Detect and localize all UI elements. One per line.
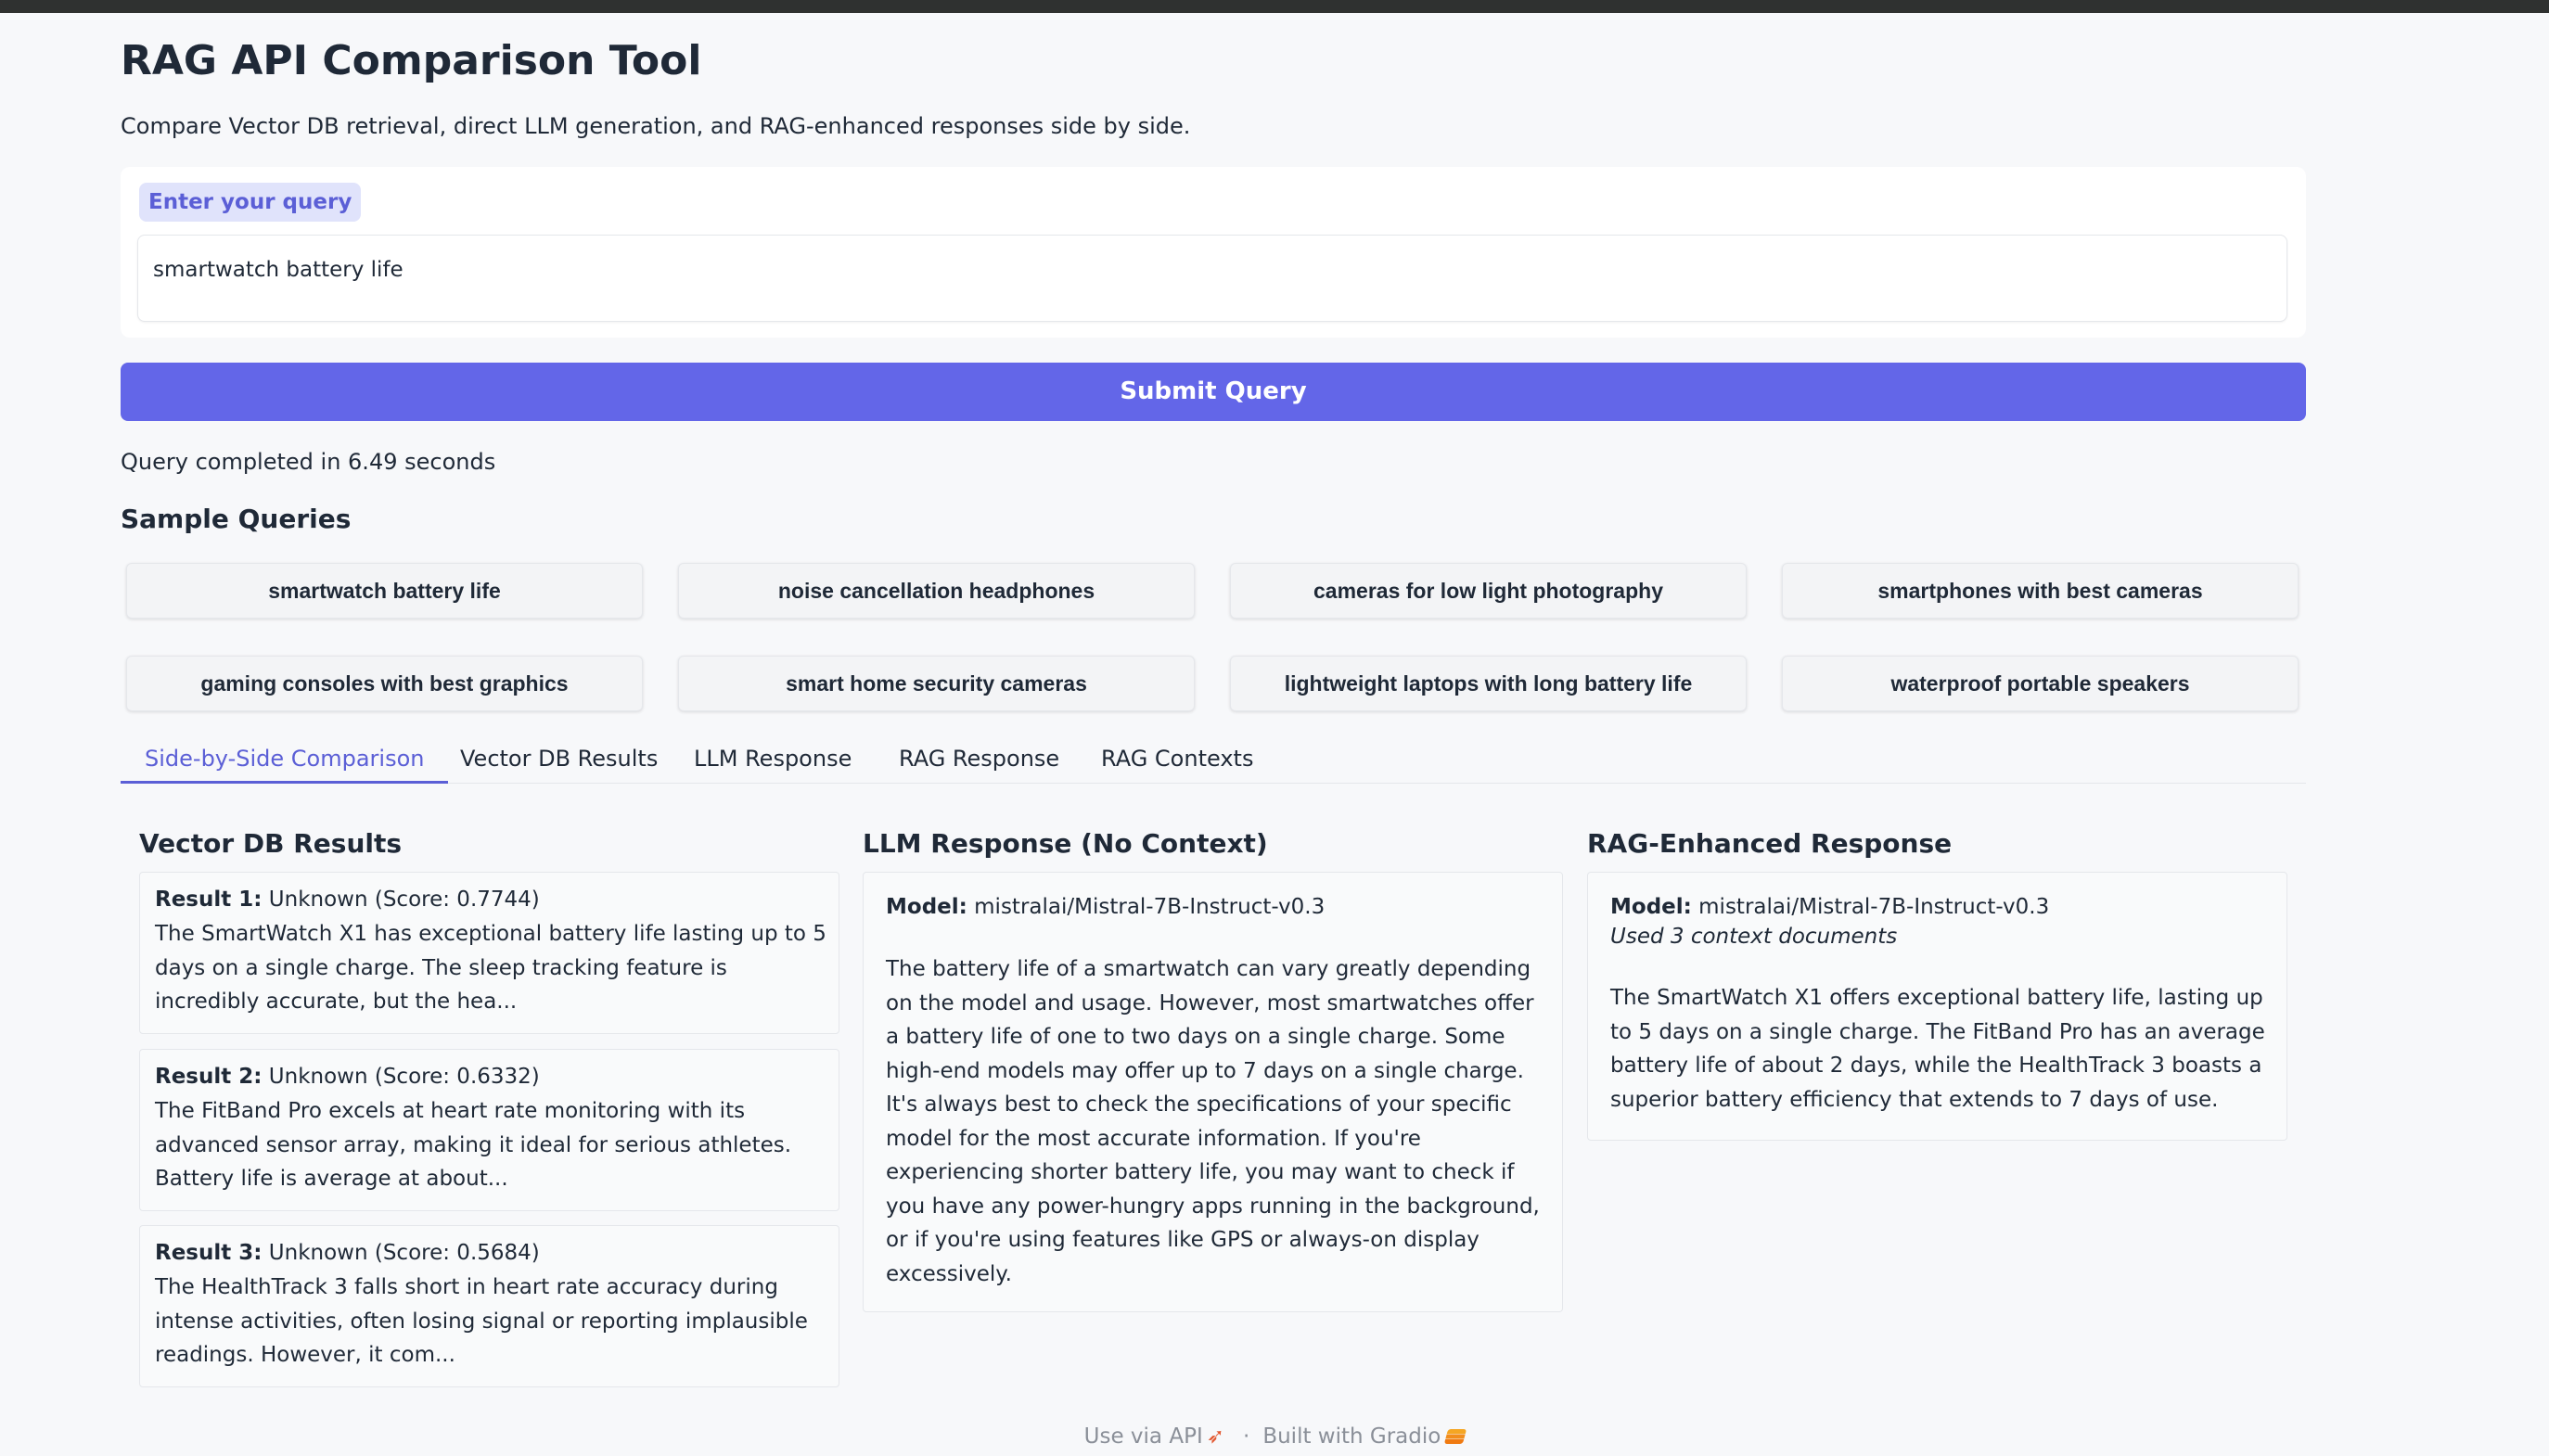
vector-result-card: Result 1: Unknown (Score: 0.7744) The Sm…	[139, 872, 839, 1034]
vector-result-card: Result 2: Unknown (Score: 0.6332) The Fi…	[139, 1049, 839, 1211]
sample-query-button[interactable]: waterproof portable speakers	[1782, 656, 2299, 711]
sample-query-button[interactable]: lightweight laptops with long battery li…	[1230, 656, 1747, 711]
sample-query-button[interactable]: smartwatch battery life	[126, 563, 643, 619]
rag-model-line: Model: mistralai/Mistral-7B-Instruct-v0.…	[1610, 895, 2049, 919]
tab-llm-response[interactable]: LLM Response	[694, 735, 852, 784]
result-meta: Unknown (Score: 0.6332)	[268, 1065, 540, 1089]
sample-query-button[interactable]: gaming consoles with best graphics	[126, 656, 643, 711]
context-count-note: Used 3 context documents	[1610, 925, 1898, 949]
query-label: Enter your query	[139, 183, 362, 222]
rag-response-text: The SmartWatch X1 offers exceptional bat…	[1610, 986, 2265, 1112]
result-meta: Unknown (Score: 0.5684)	[268, 1241, 540, 1265]
footer: Use via API ➶ · Built with Gradio	[0, 1424, 2549, 1449]
tab-rag-contexts[interactable]: RAG Contexts	[1101, 735, 1253, 784]
sample-query-button[interactable]: smart home security cameras	[678, 656, 1195, 711]
result-number: Result 1:	[155, 888, 263, 912]
result-header: Result 1: Unknown (Score: 0.7744)	[155, 888, 540, 912]
rag-response-title: RAG-Enhanced Response	[1587, 828, 1953, 859]
llm-model-line: Model: mistralai/Mistral-7B-Instruct-v0.…	[886, 895, 1325, 919]
model-name: mistralai/Mistral-7B-Instruct-v0.3	[974, 895, 1326, 919]
page-subtitle: Compare Vector DB retrieval, direct LLM …	[121, 113, 1191, 139]
result-text: The SmartWatch X1 has exceptional batter…	[155, 922, 826, 1014]
vector-db-title: Vector DB Results	[139, 828, 403, 859]
use-via-api-link[interactable]: Use via API	[1084, 1424, 1203, 1449]
status-text: Query completed in 6.49 seconds	[121, 449, 496, 475]
built-with-gradio-link[interactable]: Built with Gradio	[1262, 1424, 1441, 1449]
sample-query-button[interactable]: cameras for low light photography	[1230, 563, 1747, 619]
vector-result-card: Result 3: Unknown (Score: 0.5684) The He…	[139, 1225, 839, 1387]
gradio-logo-icon	[1444, 1429, 1467, 1444]
submit-query-button[interactable]: Submit Query	[121, 363, 2306, 421]
llm-response-text: The battery life of a smartwatch can var…	[886, 957, 1540, 1286]
result-number: Result 2:	[155, 1065, 263, 1089]
rocket-icon: ➶	[1206, 1424, 1225, 1449]
browser-top-bar	[0, 0, 2549, 13]
sample-query-button[interactable]: smartphones with best cameras	[1782, 563, 2299, 619]
rag-response-card: Model: mistralai/Mistral-7B-Instruct-v0.…	[1587, 872, 2287, 1141]
model-label: Model:	[886, 895, 967, 919]
query-panel: Enter your query smartwatch battery life	[121, 167, 2306, 338]
result-text: The FitBand Pro excels at heart rate mon…	[155, 1099, 792, 1191]
model-label: Model:	[1610, 895, 1692, 919]
sample-query-button[interactable]: noise cancellation headphones	[678, 563, 1195, 619]
page-title: RAG API Comparison Tool	[121, 37, 702, 84]
llm-response-title: LLM Response (No Context)	[863, 828, 1268, 859]
tab-side-by-side[interactable]: Side-by-Side Comparison	[121, 735, 449, 784]
sample-queries-title: Sample Queries	[121, 504, 352, 534]
result-number: Result 3:	[155, 1241, 263, 1265]
result-text: The HealthTrack 3 falls short in heart r…	[155, 1275, 808, 1367]
model-name: mistralai/Mistral-7B-Instruct-v0.3	[1698, 895, 2050, 919]
result-header: Result 3: Unknown (Score: 0.5684)	[155, 1241, 540, 1265]
query-textbox[interactable]: smartwatch battery life	[137, 235, 2287, 322]
tab-bar: Side-by-Side Comparison Vector DB Result…	[121, 735, 2306, 784]
footer-separator: ·	[1243, 1424, 1250, 1449]
tab-rag-response[interactable]: RAG Response	[899, 735, 1059, 784]
llm-response-card: Model: mistralai/Mistral-7B-Instruct-v0.…	[863, 872, 1563, 1312]
result-meta: Unknown (Score: 0.7744)	[268, 888, 540, 912]
tab-vector-db-results[interactable]: Vector DB Results	[460, 735, 658, 784]
result-header: Result 2: Unknown (Score: 0.6332)	[155, 1065, 540, 1089]
